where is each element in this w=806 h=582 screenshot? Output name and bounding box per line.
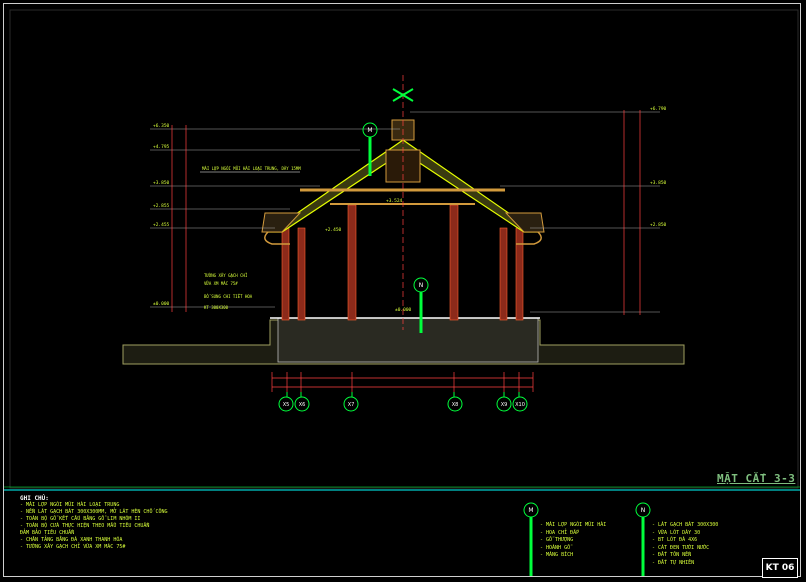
- legend-item: - VỮA LÓT DÀY 30: [652, 529, 701, 536]
- legend-item: - MÁNG BÍCH: [540, 552, 574, 558]
- note-line: - CHÂN TẢNG BẰNG ĐÁ XANH THANH HÓA: [20, 537, 123, 543]
- general-notes: GHI CHÚ: - MÁI LỢP NGÓI MŨI HÀI LOẠI TRU…: [20, 495, 168, 551]
- legend-item: - CÁT ĐEN TƯỚI NƯỚC: [652, 544, 710, 551]
- sheet-code-box: KT 06: [762, 558, 798, 578]
- legend-item: - BT LÓT ĐÁ 4X6: [652, 537, 698, 543]
- sheet-frame: [3, 3, 801, 577]
- note-line: - MÁI LỢP NGÓI MŨI HÀI LOẠI TRUNG: [20, 502, 120, 508]
- note-line: - TOÀN BỘ CỬA THỰC HIỆN THEO MẪU TIÊU CH…: [20, 523, 150, 529]
- legend-m-list: - MÁI LỢP NGÓI MŨI HÀI - HOA CHỈ ĐẮP - G…: [540, 522, 606, 560]
- note-line: - NỀN LÁT GẠCH BÁT 300X300MM, MỞ LÁT HÈN…: [20, 509, 168, 515]
- note-line: - TOÀN BỘ GỖ KẾT CẤU BẰNG GỖ LIM NHÓM II: [20, 516, 141, 522]
- sheet-title: MẶT CẮT 3-3: [717, 472, 796, 485]
- legend-item: - HOA CHỈ ĐẮP: [540, 529, 580, 536]
- note-line: ĐẢM BẢO TIÊU CHUẨN: [20, 530, 75, 536]
- note-line: - TƯỜNG XÂY GẠCH CHỈ VỮA XM MÁC 75#: [20, 544, 126, 550]
- legend-item: - ĐẤT TỰ NHIÊN: [652, 559, 695, 566]
- legend-item: - LÁT GẠCH BÁT 300X300: [652, 522, 719, 528]
- legend-item: - GỖ THƯỢNG: [540, 537, 574, 543]
- legend-item: - MÁI LỢP NGÓI MŨI HÀI: [540, 522, 607, 528]
- legend-n-list: - LÁT GẠCH BÁT 300X300 - VỮA LÓT DÀY 30 …: [652, 522, 718, 567]
- legend-item: - ĐẤT TÔN NỀN: [652, 552, 692, 558]
- sheet-code: KT 06: [765, 563, 795, 573]
- notes-heading: GHI CHÚ:: [20, 495, 49, 502]
- legend-item: - HOÀNH GỖ: [540, 544, 571, 551]
